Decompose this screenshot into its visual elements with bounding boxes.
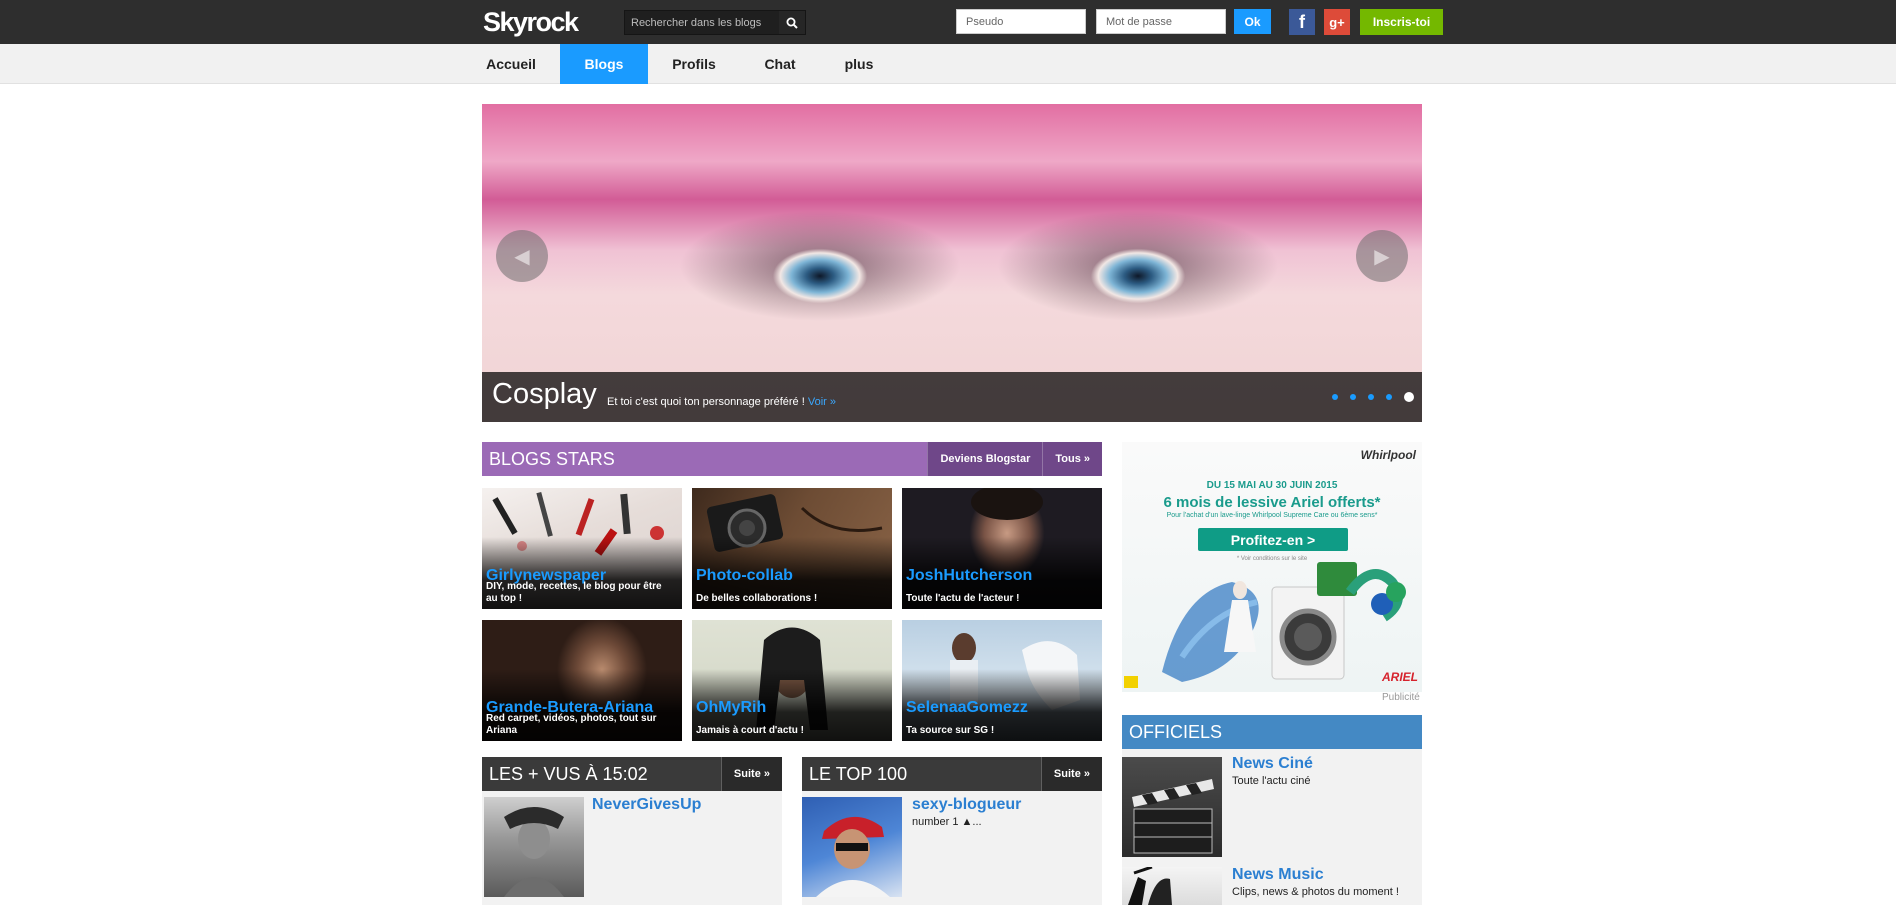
slider-text: Et toi c'est quoi ton personnage préféré… bbox=[607, 396, 805, 408]
blog-search-input[interactable] bbox=[625, 11, 780, 34]
logo-text: Skyrock bbox=[483, 6, 579, 37]
blog-card[interactable]: Girlynewspaper DIY, mode, recettes, le b… bbox=[482, 488, 682, 609]
ad-label: Publicité bbox=[1382, 692, 1420, 703]
nav-item-profils[interactable]: Profils bbox=[662, 44, 726, 84]
officiel-name[interactable]: News Ciné bbox=[1232, 755, 1313, 773]
list-item-name[interactable]: sexy-blogueur bbox=[912, 796, 1021, 814]
blog-card[interactable]: Grande-Butera-Ariana Red carpet, vidéos,… bbox=[482, 620, 682, 741]
arrow-left-icon: ◀ bbox=[514, 245, 530, 268]
search-icon bbox=[786, 17, 798, 29]
google-plus-icon[interactable]: g+ bbox=[1324, 9, 1350, 35]
list-item-name[interactable]: NeverGivesUp bbox=[592, 796, 701, 814]
blog-card-desc: Toute l'actu de l'acteur ! bbox=[906, 593, 1020, 604]
portrait-image bbox=[816, 816, 890, 897]
slider-next-button[interactable]: ▶ bbox=[1356, 230, 1408, 282]
facebook-icon[interactable]: f bbox=[1289, 9, 1315, 35]
slider-dot[interactable] bbox=[1368, 394, 1374, 400]
list-thumbnail[interactable] bbox=[1122, 757, 1222, 857]
officiels-header: OFFICIELS bbox=[1122, 715, 1422, 749]
blog-card-desc: Jamais à court d'actu ! bbox=[696, 725, 804, 736]
signup-button[interactable]: Inscris-toi bbox=[1360, 9, 1443, 35]
skyrock-logo[interactable]: Skyrock bbox=[483, 6, 579, 38]
search-button[interactable] bbox=[779, 11, 805, 34]
nav-item-chat[interactable]: Chat bbox=[748, 44, 812, 84]
list-item-desc: number 1 ▲... bbox=[912, 816, 982, 828]
blog-card-name[interactable]: OhMyRih bbox=[696, 699, 766, 717]
slider-dot[interactable] bbox=[1350, 394, 1356, 400]
search-box bbox=[624, 10, 806, 35]
slider-dot[interactable] bbox=[1332, 394, 1338, 400]
top100-header: LE TOP 100 Suite » bbox=[802, 757, 1102, 791]
officiel-desc: Clips, news & photos du moment ! bbox=[1232, 886, 1399, 898]
slider-title[interactable]: Cosplay bbox=[492, 378, 597, 411]
top-bar: Skyrock Ok f g+ Inscris-toi bbox=[0, 0, 1896, 44]
officiels-title: OFFICIELS bbox=[1129, 721, 1223, 742]
music-image bbox=[1128, 865, 1172, 905]
all-blogstars-button[interactable]: Tous » bbox=[1042, 442, 1102, 476]
clapperboard-icon bbox=[1132, 779, 1214, 854]
slider-caption: Cosplay Et toi c'est quoi ton personnage… bbox=[482, 372, 1422, 422]
portrait-image bbox=[971, 488, 1043, 520]
blog-card-name[interactable]: SelenaaGomezz bbox=[906, 699, 1028, 717]
blog-card[interactable]: OhMyRih Jamais à court d'actu ! bbox=[692, 620, 892, 741]
nav-item-blogs[interactable]: Blogs bbox=[560, 44, 648, 84]
advertisement[interactable]: Whirlpool DU 15 MAI AU 30 JUIN 2015 6 mo… bbox=[1122, 442, 1422, 692]
slider-dot-active[interactable] bbox=[1404, 392, 1414, 402]
portrait-image bbox=[504, 807, 564, 897]
ad-brand-ariel: ARIEL bbox=[1382, 670, 1418, 684]
slider-link[interactable]: Voir » bbox=[808, 396, 836, 408]
slider-dots bbox=[1332, 392, 1414, 402]
slider-dot[interactable] bbox=[1386, 394, 1392, 400]
top100-title: LE TOP 100 bbox=[809, 763, 908, 784]
top100-list: sexy-blogueur number 1 ▲... bbox=[802, 791, 1102, 905]
officiel-name[interactable]: News Music bbox=[1232, 866, 1324, 884]
nav-item-accueil[interactable]: Accueil bbox=[482, 44, 540, 84]
blog-card-name[interactable]: Photo-collab bbox=[696, 567, 793, 585]
login-ok-button[interactable]: Ok bbox=[1234, 9, 1271, 34]
blog-stars-header: BLOGS STARS Deviens Blogstar Tous » bbox=[482, 442, 1102, 476]
slider-description: Et toi c'est quoi ton personnage préféré… bbox=[607, 396, 836, 408]
list-thumbnail[interactable] bbox=[802, 797, 902, 897]
blog-card-desc: Ta source sur SG ! bbox=[906, 725, 995, 736]
main-nav: Accueil Blogs Profils Chat plus bbox=[0, 44, 1896, 84]
password-input[interactable] bbox=[1096, 9, 1226, 34]
arrow-right-icon: ▶ bbox=[1374, 245, 1390, 268]
washing-machine-image bbox=[1124, 562, 1406, 688]
officiel-desc: Toute l'actu ciné bbox=[1232, 775, 1311, 787]
most-viewed-title: LES + VUS À 15:02 bbox=[489, 763, 648, 784]
top100-more-button[interactable]: Suite » bbox=[1040, 757, 1102, 791]
blog-card-desc: DIY, mode, recettes, le blog pour être a… bbox=[486, 581, 662, 604]
become-blogstar-button[interactable]: Deviens Blogstar bbox=[927, 442, 1043, 476]
featured-slider[interactable]: ◀ ▶ Cosplay Et toi c'est quoi ton person… bbox=[482, 104, 1422, 422]
slider-prev-button[interactable]: ◀ bbox=[496, 230, 548, 282]
most-viewed-more-button[interactable]: Suite » bbox=[720, 757, 782, 791]
most-viewed-list: NeverGivesUp bbox=[482, 791, 782, 905]
blog-stars-title: BLOGS STARS bbox=[489, 448, 615, 469]
blog-card-desc: Red carpet, vidéos, photos, tout sur Ari… bbox=[486, 713, 657, 736]
blog-card[interactable]: Photo-collab De belles collaborations ! bbox=[692, 488, 892, 609]
list-thumbnail[interactable] bbox=[1122, 865, 1222, 905]
blog-card-desc: De belles collaborations ! bbox=[696, 593, 818, 604]
nav-item-plus[interactable]: plus bbox=[830, 44, 888, 84]
pseudo-input[interactable] bbox=[956, 9, 1086, 34]
list-thumbnail[interactable] bbox=[484, 797, 584, 897]
blog-card[interactable]: JoshHutcherson Toute l'actu de l'acteur … bbox=[902, 488, 1102, 609]
blog-card-name[interactable]: JoshHutcherson bbox=[906, 567, 1032, 585]
most-viewed-header: LES + VUS À 15:02 Suite » bbox=[482, 757, 782, 791]
officiels-list: News Ciné Toute l'actu ciné News Music C… bbox=[1122, 749, 1422, 905]
blog-card[interactable]: SelenaaGomezz Ta source sur SG ! bbox=[902, 620, 1102, 741]
